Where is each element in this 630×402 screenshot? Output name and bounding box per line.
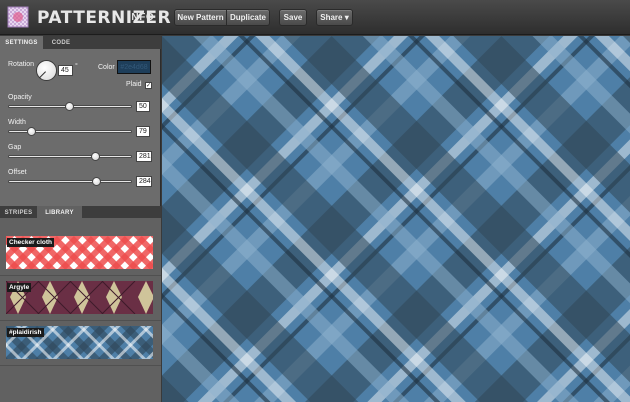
offset-slider-thumb[interactable] [91, 177, 101, 186]
save-button[interactable]: Save [279, 9, 307, 26]
opacity-slider[interactable] [8, 102, 132, 111]
color-picker[interactable]: #2e4d68 [117, 60, 151, 74]
library-panel: Checker cloth Argyle #plaidirish [0, 218, 161, 402]
width-input[interactable]: 79 [136, 126, 150, 137]
gap-slider-thumb[interactable] [90, 152, 100, 161]
share-button[interactable]: Share ▾ [316, 9, 353, 26]
library-item-checker-cloth[interactable]: Checker cloth [6, 236, 153, 269]
rotation-knob[interactable] [36, 60, 57, 81]
offset-slider[interactable] [8, 177, 132, 186]
library-item-label: Argyle [7, 283, 32, 292]
width-slider[interactable] [8, 127, 132, 136]
patternizer-logo-icon [7, 6, 29, 28]
rotation-label: Rotation [8, 61, 35, 68]
pattern-canvas[interactable] [162, 36, 630, 402]
opacity-input[interactable]: 50 [136, 101, 150, 112]
library-item-plaidirish[interactable]: #plaidirish [6, 326, 153, 359]
library-item-label: Checker cloth [7, 238, 54, 247]
opacity-slider-thumb[interactable] [65, 102, 74, 111]
gap-slider[interactable] [8, 152, 132, 161]
plaid-label: Plaid [126, 81, 142, 88]
plaid-checkbox[interactable]: ✓ [145, 82, 152, 89]
width-slider-thumb[interactable] [27, 127, 37, 136]
library-item-argyle[interactable]: Argyle [6, 281, 153, 314]
sidebar: SETTINGS CODE Rotation 45 ° Color #2e4d6… [0, 36, 161, 402]
divider [0, 275, 161, 276]
gap-label: Gap [8, 144, 22, 151]
degree-symbol: ° [75, 63, 78, 70]
tab-settings[interactable]: SETTINGS [0, 36, 43, 49]
divider [0, 320, 161, 321]
plaid-pattern-preview [162, 36, 630, 402]
offset-label: Offset [8, 169, 27, 176]
rotation-input[interactable]: 45 [58, 65, 73, 76]
library-item-label: #plaidirish [7, 328, 44, 337]
gap-input[interactable]: 281 [136, 151, 152, 162]
top-bar: PATTERNIZER INFO New Pattern Duplicate S… [0, 0, 630, 35]
pattern-button-group: New Pattern Duplicate [174, 9, 270, 26]
settings-tab-bar: SETTINGS CODE [0, 36, 161, 49]
new-pattern-button[interactable]: New Pattern [174, 9, 227, 26]
app: PATTERNIZER INFO New Pattern Duplicate S… [0, 0, 630, 402]
divider [0, 365, 161, 366]
tab-code[interactable]: CODE [43, 36, 79, 49]
offset-input[interactable]: 284 [136, 176, 152, 187]
duplicate-button[interactable]: Duplicate [227, 9, 270, 26]
info-link[interactable]: INFO [128, 12, 154, 23]
opacity-label: Opacity [8, 94, 32, 101]
width-label: Width [8, 119, 26, 126]
color-label: Color [98, 64, 115, 71]
